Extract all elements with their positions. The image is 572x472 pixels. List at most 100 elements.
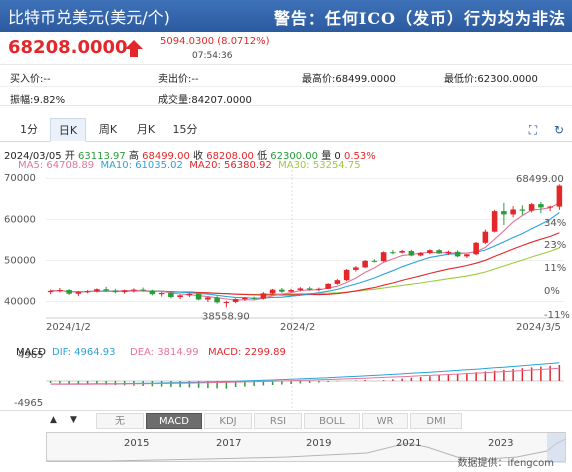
pct-label: 34% xyxy=(544,218,566,229)
stat-amplitude: 振幅:9.82% xyxy=(10,95,66,106)
fullscreen-icon[interactable]: ⛶ xyxy=(526,123,540,137)
period-tabs: 1分 日K 周K 月K 15分 ⛶ ↻ xyxy=(0,118,572,142)
candle xyxy=(556,185,563,207)
candle xyxy=(399,250,405,253)
indicator-dmi[interactable]: DMI xyxy=(410,413,462,429)
candle xyxy=(149,290,156,295)
candle xyxy=(140,289,146,291)
candle xyxy=(232,299,239,302)
candle xyxy=(343,269,350,281)
y-tick-label: 50000 xyxy=(4,255,36,266)
warning-banner: 警告：任何ICO（发币）行为均为非法 xyxy=(273,9,566,28)
ma5-line xyxy=(50,202,560,301)
stats-panel: 买入价:-- 卖出价:-- 最高价:68499.0000 最低价:62300.0… xyxy=(0,64,572,106)
quote-time: 07:54:36 xyxy=(192,51,233,61)
candle xyxy=(427,250,433,254)
candle xyxy=(464,254,470,257)
page-header: 比特币兑美元(美元/个) 警告：任何ICO（发币）行为均为非法 xyxy=(0,0,572,32)
candle xyxy=(473,242,479,255)
candle xyxy=(121,290,128,293)
tab-daily[interactable]: 日K xyxy=(50,118,86,142)
candle xyxy=(510,209,516,215)
stat-high: 最高价:68499.0000 xyxy=(302,74,396,85)
candle xyxy=(47,290,54,293)
candle xyxy=(297,288,304,291)
pct-label: 0% xyxy=(544,286,560,297)
stat-buy: 买入价:-- xyxy=(10,74,51,85)
candle xyxy=(158,292,165,295)
candle xyxy=(325,283,331,289)
candle xyxy=(168,292,174,298)
candle xyxy=(417,253,424,256)
year-label: 2017 xyxy=(216,438,242,449)
stat-sell: 卖出价:-- xyxy=(158,74,199,85)
stat-volume: 成交量:84207.0000 xyxy=(158,95,252,106)
ma10-line xyxy=(50,211,560,299)
candle xyxy=(84,291,91,293)
candle xyxy=(112,290,119,293)
year-label: 2021 xyxy=(396,438,422,449)
indicator-wr[interactable]: WR xyxy=(362,413,408,429)
indicator-kdj[interactable]: KDJ xyxy=(204,413,252,429)
candle xyxy=(380,252,387,262)
macd-value: MACD: 2299.89 xyxy=(208,347,286,358)
x-tick-label: 2024/3/5 xyxy=(516,322,561,333)
candle xyxy=(353,267,359,270)
macd-dea: DEA: 3814.99 xyxy=(130,347,199,358)
stats-divider xyxy=(0,86,572,87)
candlestick-chart[interactable]: 70000 60000 50000 40000 68499.00 38558.90 2024… xyxy=(0,170,572,410)
indicator-boll[interactable]: BOLL xyxy=(304,413,360,429)
candle xyxy=(445,251,452,254)
ma30-line xyxy=(50,247,560,295)
indicator-rsi[interactable]: RSI xyxy=(254,413,302,429)
candle xyxy=(186,293,193,296)
year-label: 2023 xyxy=(488,438,514,449)
candle xyxy=(538,204,544,208)
candle xyxy=(390,252,396,254)
candle xyxy=(316,288,322,290)
pct-label: 11% xyxy=(544,263,566,274)
indicator-macd[interactable]: MACD xyxy=(146,413,202,429)
x-tick-label: 2024/1/2 xyxy=(46,322,91,333)
candle xyxy=(242,297,248,300)
candle xyxy=(454,251,461,257)
macd-bottom-label: -4965 xyxy=(14,398,43,409)
max-annotation: 68499.00 xyxy=(516,174,564,185)
y-tick-label: 70000 xyxy=(4,173,36,184)
candle xyxy=(260,293,267,299)
x-tick-label: 2024/2 xyxy=(280,322,315,333)
prev-arrow-icon[interactable]: ▲ xyxy=(50,415,57,425)
tab-monthly[interactable]: 月K xyxy=(130,118,162,142)
candle xyxy=(501,211,507,215)
candle xyxy=(547,206,553,208)
tab-1min[interactable]: 1分 xyxy=(14,118,44,142)
year-label: 2015 xyxy=(124,438,150,449)
candle xyxy=(408,250,415,256)
reset-icon[interactable]: ↻ xyxy=(552,123,566,137)
pct-label: 23% xyxy=(544,240,566,251)
candle xyxy=(103,289,109,291)
min-annotation: 38558.90 xyxy=(202,311,250,322)
y-tick-label: 60000 xyxy=(4,214,36,225)
candle xyxy=(177,295,183,298)
candle xyxy=(94,289,100,292)
data-provider-watermark: 数据提供：ifengcom xyxy=(457,458,555,469)
stat-low: 最低价:62300.0000 xyxy=(444,74,538,85)
price-change: 5094.0300 (8.0712%) xyxy=(160,36,270,47)
indicator-none[interactable]: 无 xyxy=(96,413,144,429)
candle xyxy=(491,211,498,232)
candle xyxy=(334,280,341,284)
y-tick-label: 40000 xyxy=(4,297,36,308)
candle xyxy=(371,260,378,262)
candle xyxy=(528,204,535,211)
candle xyxy=(279,289,285,292)
tab-weekly[interactable]: 周K xyxy=(92,118,124,142)
macd-dea-line xyxy=(50,367,560,385)
tab-15min[interactable]: 15分 xyxy=(168,118,202,142)
candle xyxy=(131,289,137,291)
candle xyxy=(306,288,313,290)
candle xyxy=(205,297,211,300)
candle xyxy=(223,301,230,303)
next-arrow-icon[interactable]: ▼ xyxy=(70,415,77,425)
candle xyxy=(57,290,63,292)
